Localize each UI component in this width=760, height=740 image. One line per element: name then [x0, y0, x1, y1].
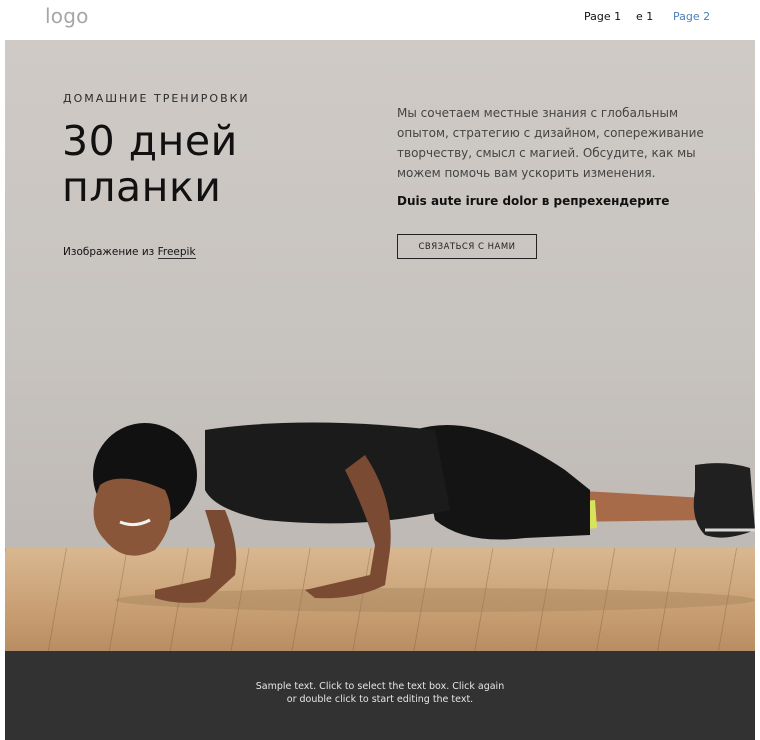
hero-description: Мы сочетаем местные знания с глобальным … [397, 106, 704, 180]
hero-kicker: ДОМАШНИЕ ТРЕНИРОВКИ [63, 92, 250, 105]
main-nav: Page 1 e 1 Page 2 [0, 0, 760, 32]
hero-title: 30 дней планки [62, 118, 362, 210]
contact-us-button[interactable]: СВЯЗАТЬСЯ С НАМИ [397, 234, 537, 259]
freepik-link[interactable]: Freepik [157, 246, 196, 259]
pushup-athlete-image [93, 422, 755, 612]
hero-emphasis: Duis aute irure dolor в репрехендерите [397, 194, 670, 208]
site-header: logo Page 1 e 1 Page 2 [0, 0, 760, 40]
footer-sample-text[interactable]: Sample text. Click to select the text bo… [250, 680, 510, 706]
site-footer: Sample text. Click to select the text bo… [5, 651, 755, 740]
image-credit-prefix: Изображение из [63, 246, 155, 258]
nav-item-e-1[interactable]: e 1 [636, 10, 653, 23]
hero-title-line-2: планки [62, 163, 222, 211]
nav-item-page-2[interactable]: Page 2 [673, 10, 710, 23]
nav-item-page-1[interactable]: Page 1 [584, 10, 621, 23]
hero-section: ДОМАШНИЕ ТРЕНИРОВКИ 30 дней планки Изобр… [5, 40, 755, 651]
image-credit: Изображение из Freepik [63, 246, 196, 259]
hero-title-line-1: 30 дней [62, 117, 238, 165]
